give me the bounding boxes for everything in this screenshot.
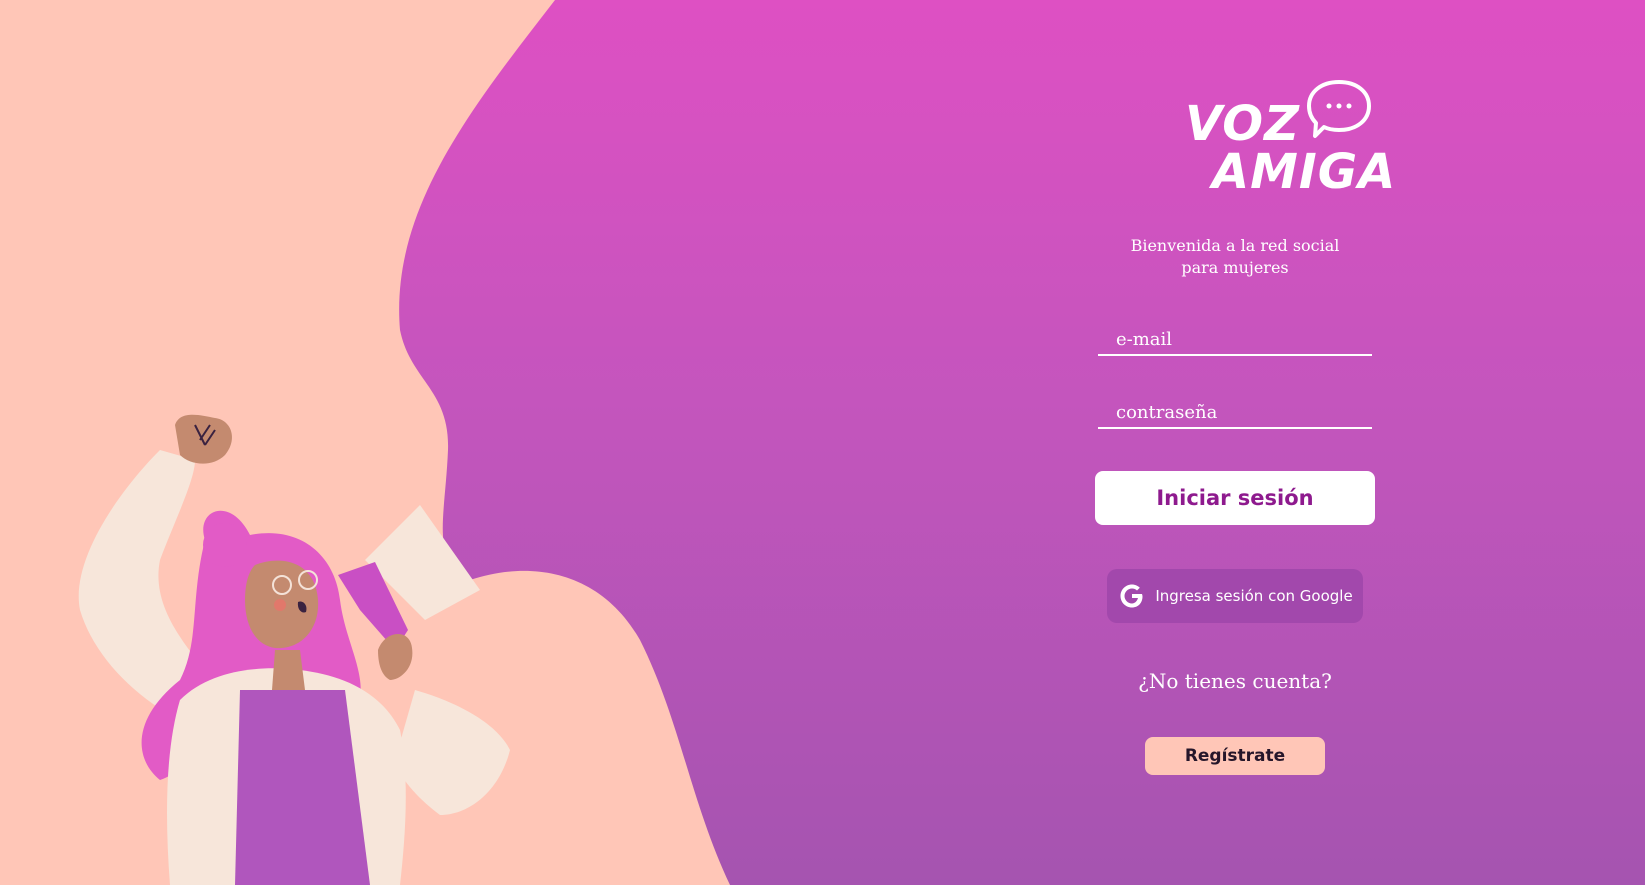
speech-bubble-icon — [1307, 80, 1371, 138]
email-input[interactable] — [1116, 329, 1372, 350]
tagline: Bienvenida a la red social para mujeres — [1115, 235, 1355, 279]
tagline-line-2: para mujeres — [1181, 258, 1289, 277]
woman-with-megaphone-illustration — [0, 0, 730, 885]
logo-voz: VOZ — [1185, 96, 1300, 152]
tagline-line-1: Bienvenida a la red social — [1130, 236, 1340, 255]
email-field — [1098, 329, 1372, 356]
login-button[interactable]: Iniciar sesión — [1095, 471, 1375, 525]
google-login-button[interactable]: Ingresa sesión con Google — [1107, 569, 1363, 623]
password-field — [1098, 402, 1372, 429]
google-icon — [1120, 584, 1143, 608]
logo-amiga: AMIGA — [1212, 144, 1397, 200]
google-button-label: Ingresa sesión con Google — [1155, 587, 1353, 605]
voz-amiga-logo: VOZ AMIGA — [1135, 78, 1395, 203]
password-input[interactable] — [1116, 402, 1372, 423]
register-button[interactable]: Regístrate — [1145, 737, 1325, 775]
no-account-text: ¿No tienes cuenta? — [1138, 669, 1332, 693]
login-panel: VOZ AMIGA Bienvenida a la red social par… — [1090, 78, 1395, 775]
